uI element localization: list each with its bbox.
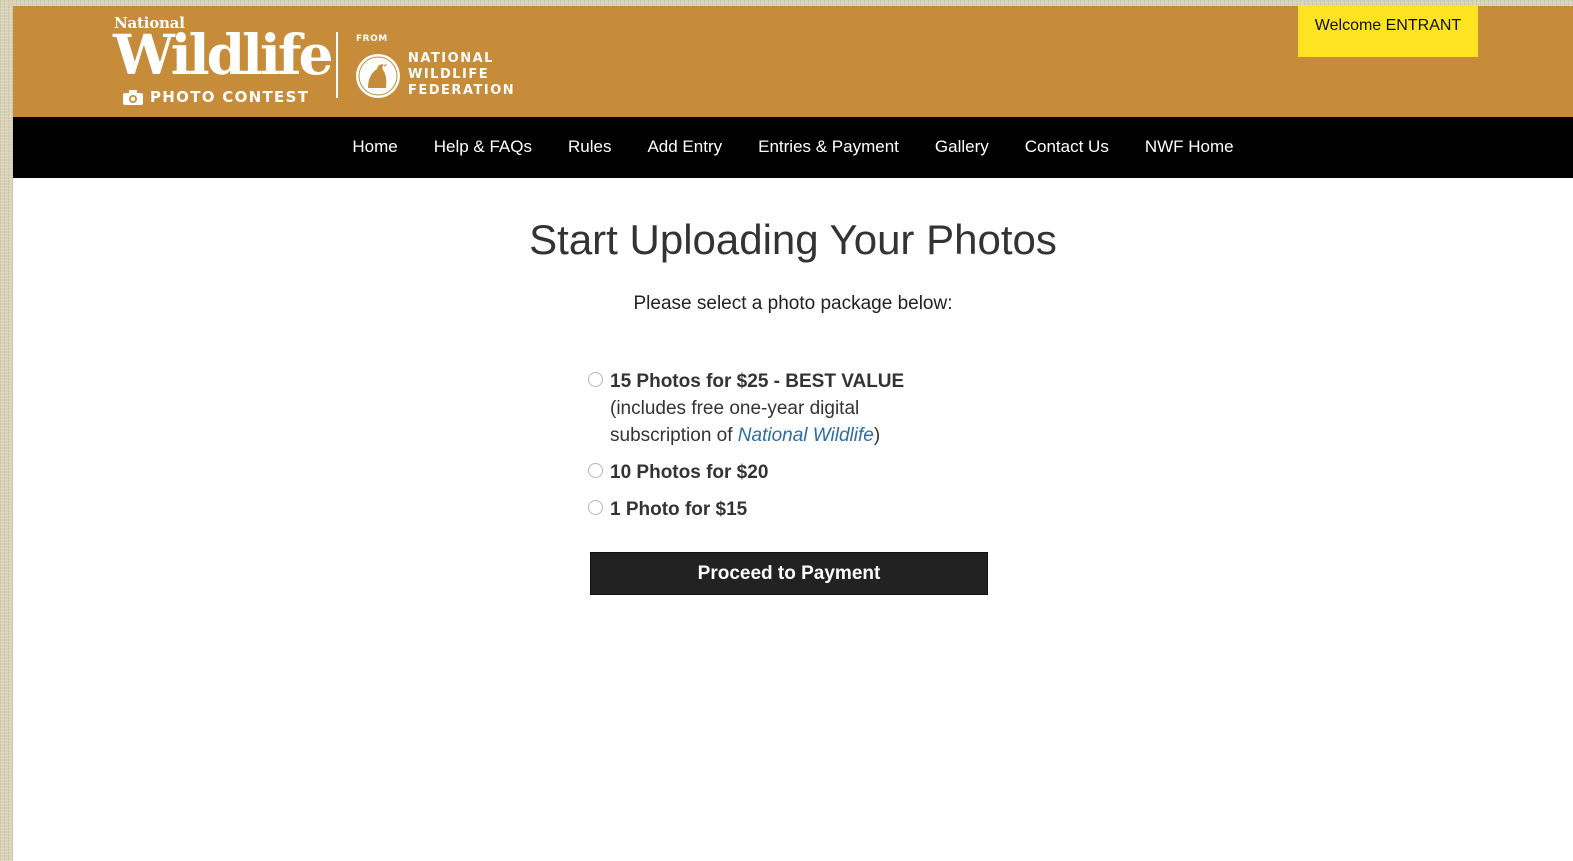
package-1-radio[interactable] bbox=[588, 500, 603, 515]
nav-rules[interactable]: Rules bbox=[568, 137, 611, 157]
camera-icon bbox=[123, 89, 143, 105]
nwf-from-text: FROM bbox=[356, 34, 388, 44]
nav-add-entry[interactable]: Add Entry bbox=[647, 137, 722, 157]
package-15-radio[interactable] bbox=[588, 372, 603, 387]
welcome-user-badge[interactable]: Welcome ENTRANT bbox=[1298, 6, 1478, 57]
logo-photo-contest-text: PHOTO CONTEST bbox=[150, 88, 310, 106]
nav-gallery[interactable]: Gallery bbox=[935, 137, 989, 157]
main-nav: Home Help & FAQs Rules Add Entry Entries… bbox=[13, 117, 1573, 178]
nav-entries-payment[interactable]: Entries & Payment bbox=[758, 137, 899, 157]
package-15-note-end: ) bbox=[873, 425, 881, 446]
logo-divider bbox=[336, 32, 338, 98]
package-option-1[interactable]: 1 Photo for $15 bbox=[588, 496, 948, 523]
site-header: National Wildlife PHOTO CONTEST FROM NAT… bbox=[13, 6, 1573, 117]
wildlife-photo-contest-logo[interactable]: National Wildlife PHOTO CONTEST bbox=[113, 12, 333, 108]
proceed-to-payment-button[interactable]: Proceed to Payment bbox=[590, 552, 988, 595]
package-instructions: Please select a photo package below: bbox=[633, 293, 953, 314]
logo-wildlife-text: Wildlife bbox=[113, 22, 333, 87]
package-10-label: 10 Photos for $20 bbox=[610, 462, 769, 483]
page-title: Start Uploading Your Photos bbox=[529, 216, 1057, 263]
package-option-15[interactable]: 15 Photos for $25 - BEST VALUE (includes… bbox=[588, 368, 948, 449]
nav-help-faqs[interactable]: Help & FAQs bbox=[434, 137, 532, 157]
package-options: 15 Photos for $25 - BEST VALUE (includes… bbox=[588, 368, 948, 533]
nav-nwf-home[interactable]: NWF Home bbox=[1145, 137, 1234, 157]
main-content: Start Uploading Your Photos Please selec… bbox=[13, 216, 1573, 315]
page: National Wildlife PHOTO CONTEST FROM NAT… bbox=[13, 6, 1573, 861]
national-wildlife-magazine-link[interactable]: National Wildlife bbox=[738, 425, 874, 446]
package-15-label: 15 Photos for $25 - BEST VALUE bbox=[610, 371, 905, 392]
nav-contact-us[interactable]: Contact Us bbox=[1025, 137, 1109, 157]
package-1-label: 1 Photo for $15 bbox=[610, 499, 748, 520]
nwf-seal-icon bbox=[356, 54, 400, 98]
package-10-radio[interactable] bbox=[588, 463, 603, 478]
nwf-name-text: NATIONAL WILDLIFE FEDERATION bbox=[408, 51, 516, 98]
nav-home[interactable]: Home bbox=[352, 137, 397, 157]
package-option-10[interactable]: 10 Photos for $20 bbox=[588, 459, 948, 486]
